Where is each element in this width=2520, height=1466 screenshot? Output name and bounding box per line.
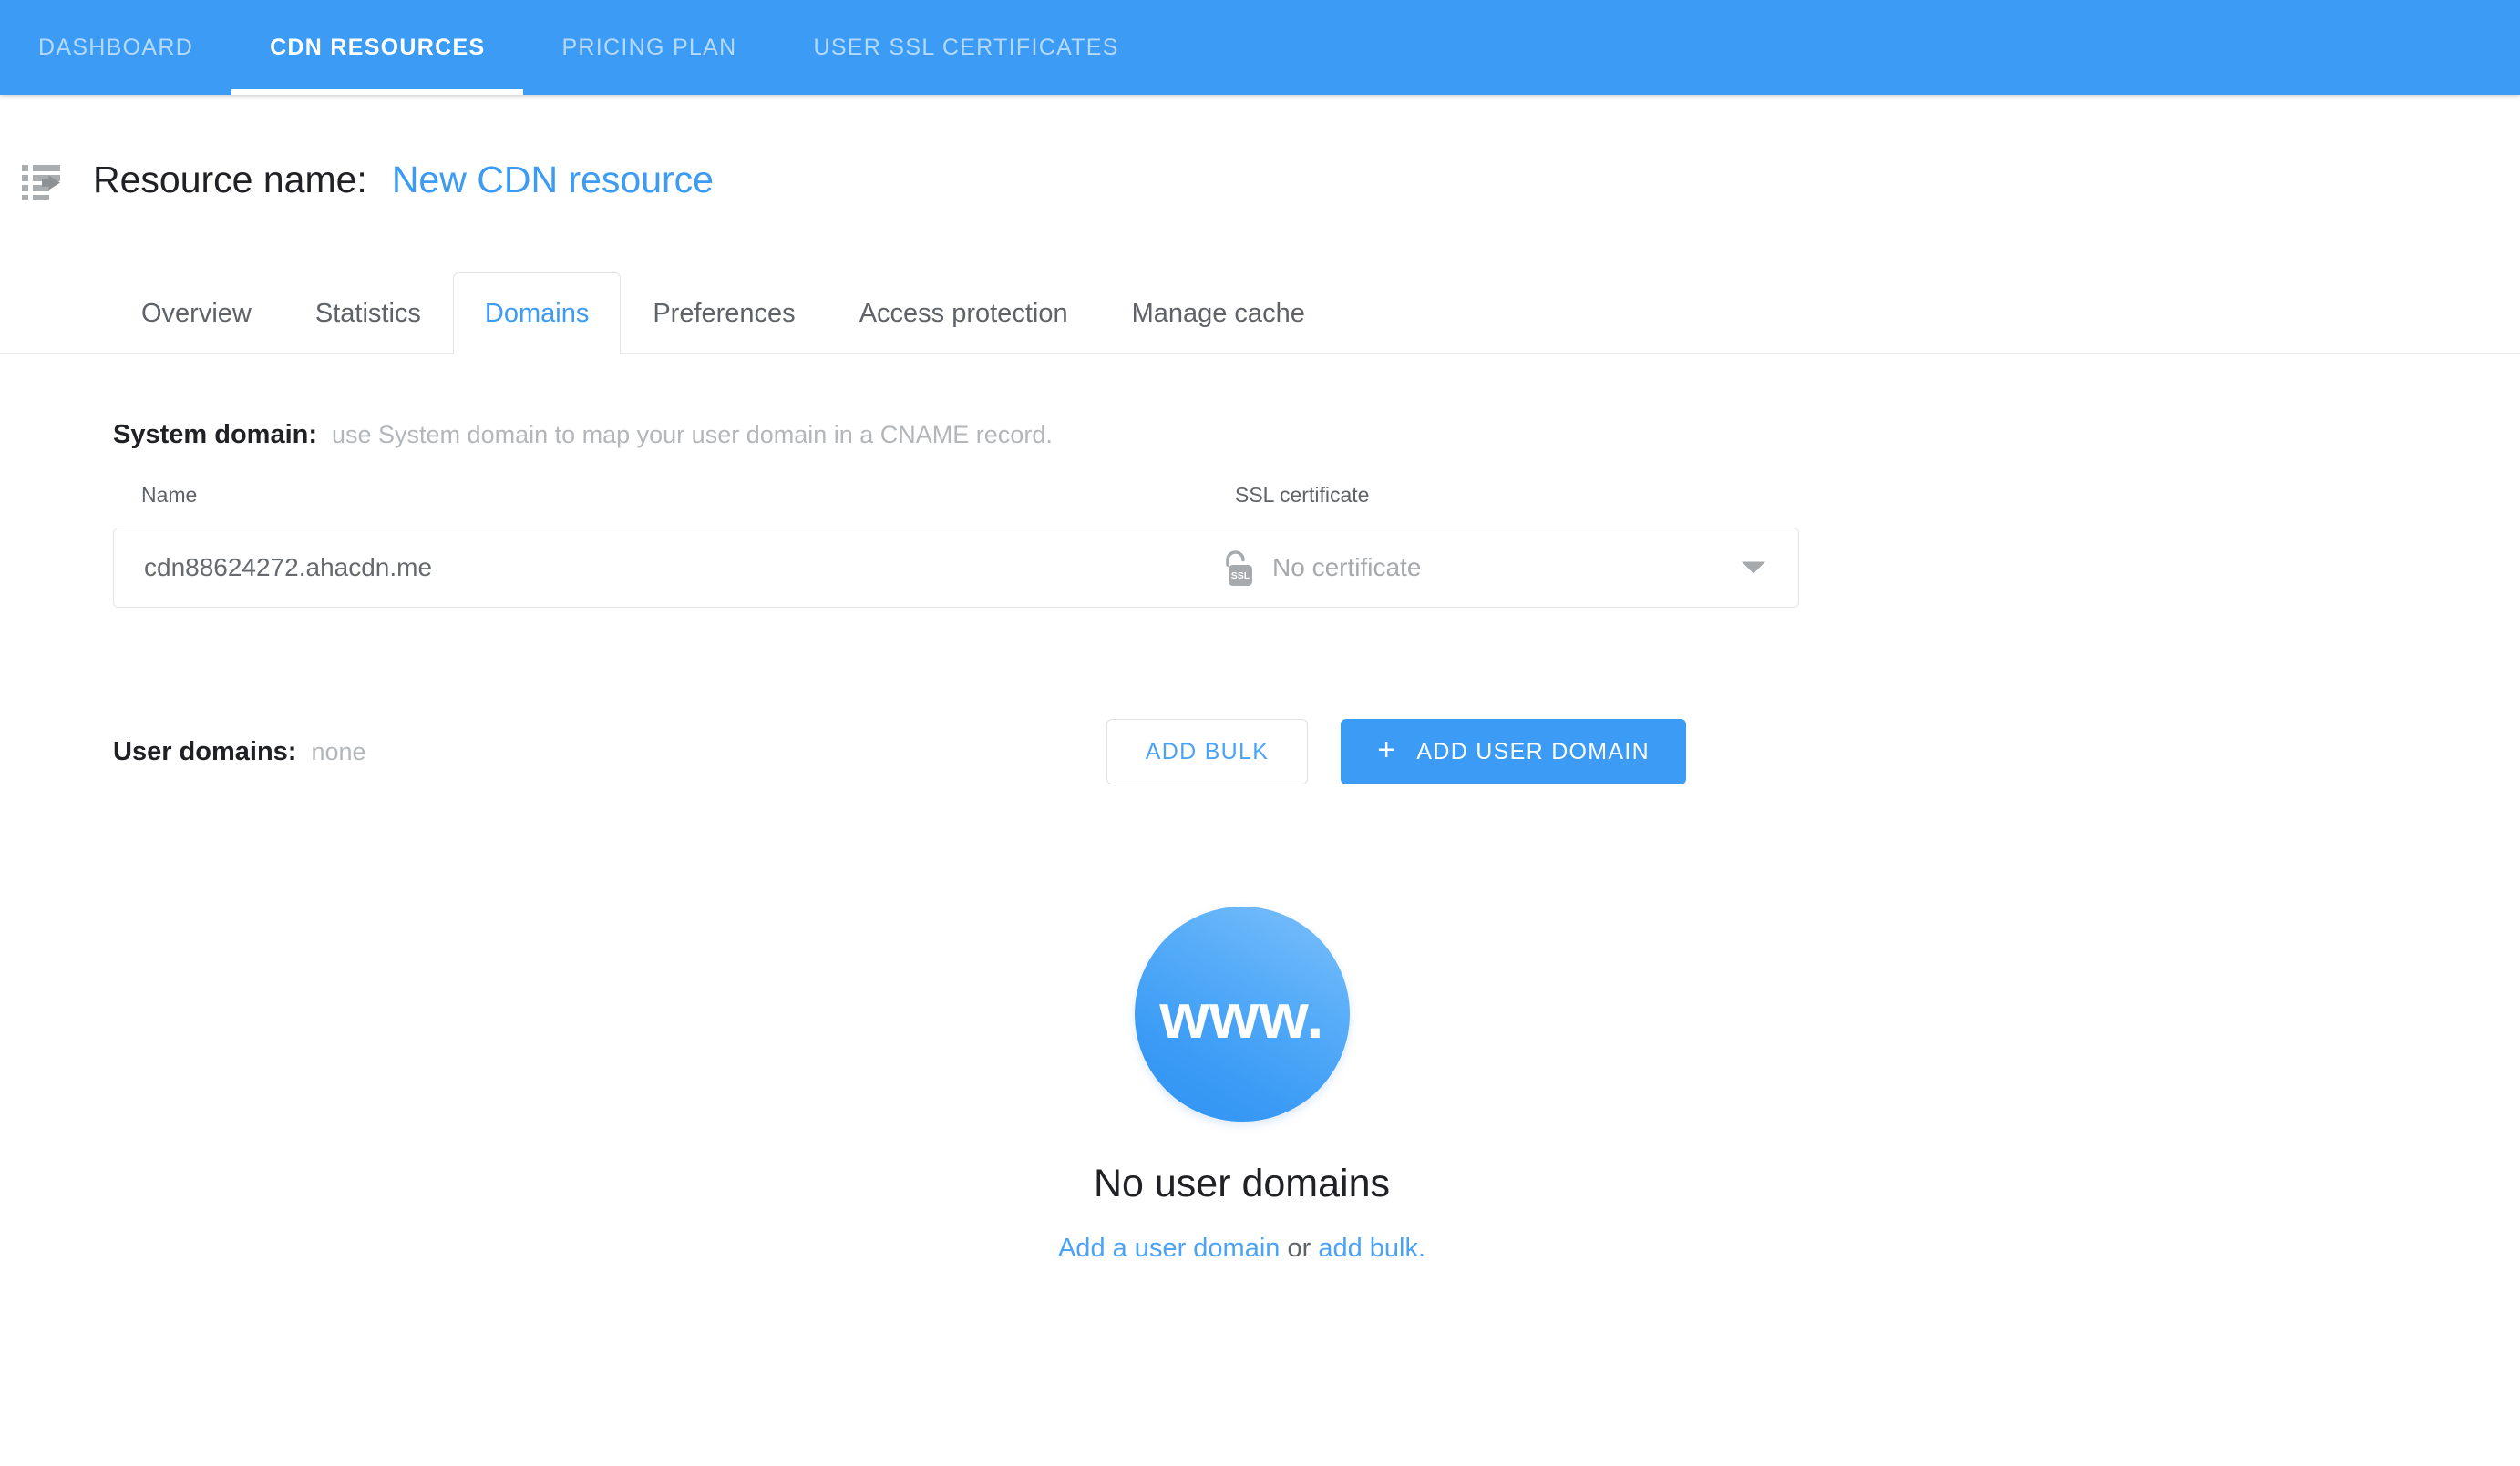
page-header: Resource name: New CDN resource bbox=[0, 95, 2520, 259]
www-badge-text: www. bbox=[1159, 980, 1324, 1051]
user-domains-count: none bbox=[311, 737, 366, 765]
tab-statistics[interactable]: Statistics bbox=[283, 272, 453, 354]
domains-panel: System domain: use System domain to map … bbox=[0, 354, 2520, 1264]
topnav-item-dashboard[interactable]: DASHBOARD bbox=[0, 0, 231, 95]
add-bulk-label: ADD BULK bbox=[1145, 738, 1270, 764]
plus-icon: + bbox=[1377, 733, 1397, 767]
add-user-domain-link[interactable]: Add a user domain bbox=[1058, 1234, 1280, 1263]
resource-tabs: Overview Statistics Domains Preferences … bbox=[0, 259, 2520, 354]
topnav-label: USER SSL CERTIFICATES bbox=[813, 34, 1119, 60]
add-user-domain-button[interactable]: + ADD USER DOMAIN bbox=[1341, 719, 1686, 784]
tab-label: Overview bbox=[141, 299, 252, 328]
tab-label: Access protection bbox=[859, 299, 1068, 328]
tab-preferences[interactable]: Preferences bbox=[621, 272, 827, 354]
system-domain-heading: System domain: use System domain to map … bbox=[0, 354, 2520, 450]
user-domains-actions: ADD BULK + ADD USER DOMAIN bbox=[1106, 719, 1686, 784]
column-header-name: Name bbox=[141, 483, 198, 507]
empty-state-title: No user domains bbox=[1093, 1162, 1391, 1205]
empty-state-separator: or bbox=[1280, 1234, 1319, 1263]
resource-name-value[interactable]: New CDN resource bbox=[392, 159, 714, 201]
tab-domains[interactable]: Domains bbox=[452, 272, 622, 354]
ssl-icon-label: SSL bbox=[1231, 570, 1250, 581]
www-globe-icon: www. bbox=[1134, 907, 1350, 1122]
open-padlock-ssl-icon: SSL bbox=[1226, 550, 1252, 586]
topnav-item-cdn-resources[interactable]: CDN RESOURCES bbox=[231, 0, 524, 95]
page-title: Resource name: New CDN resource bbox=[93, 159, 714, 201]
user-domains-header-row: User domains: none ADD BULK + ADD USER D… bbox=[0, 719, 1686, 784]
tab-label: Manage cache bbox=[1131, 299, 1305, 328]
system-domain-title: System domain: bbox=[113, 420, 317, 449]
ssl-certificate-value: No certificate bbox=[1272, 553, 1422, 581]
empty-state: www. No user domains Add a user domain o… bbox=[0, 907, 2520, 1264]
system-domain-table-header: Name SSL certificate bbox=[0, 483, 2520, 507]
tab-manage-cache[interactable]: Manage cache bbox=[1100, 272, 1337, 354]
topnav-item-pricing-plan[interactable]: PRICING PLAN bbox=[523, 0, 775, 95]
chevron-down-icon[interactable] bbox=[1742, 561, 1765, 574]
top-navigation-bar: DASHBOARD CDN RESOURCES PRICING PLAN USE… bbox=[0, 0, 2520, 95]
tab-access-protection[interactable]: Access protection bbox=[828, 272, 1100, 354]
add-bulk-button[interactable]: ADD BULK bbox=[1106, 719, 1309, 784]
tab-label: Preferences bbox=[653, 299, 796, 328]
user-domains-title: User domains: bbox=[113, 736, 297, 766]
add-user-domain-label: ADD USER DOMAIN bbox=[1416, 738, 1650, 764]
empty-state-subtitle: Add a user domain or add bulk. bbox=[1058, 1234, 1425, 1264]
topnav-label: PRICING PLAN bbox=[561, 34, 737, 60]
table-row: cdn88624272.ahacdn.me SSL No certificate bbox=[113, 528, 1799, 608]
topnav-item-user-ssl-certificates[interactable]: USER SSL CERTIFICATES bbox=[775, 0, 1157, 95]
tab-label: Domains bbox=[484, 299, 590, 328]
list-back-icon[interactable] bbox=[20, 159, 62, 201]
ssl-certificate-select[interactable]: SSL No certificate bbox=[1219, 528, 1798, 607]
tab-label: Statistics bbox=[314, 299, 421, 328]
add-bulk-link[interactable]: add bulk. bbox=[1318, 1234, 1425, 1263]
tab-overview[interactable]: Overview bbox=[109, 272, 283, 354]
topnav-label: CDN RESOURCES bbox=[270, 34, 486, 60]
system-domain-note: use System domain to map your user domai… bbox=[332, 421, 1053, 448]
topnav-label: DASHBOARD bbox=[38, 34, 194, 60]
tabs-divider bbox=[0, 353, 2520, 354]
column-header-ssl-certificate: SSL certificate bbox=[1235, 483, 1370, 507]
resource-name-label: Resource name: bbox=[93, 158, 367, 200]
system-domain-name: cdn88624272.ahacdn.me bbox=[144, 553, 433, 581]
